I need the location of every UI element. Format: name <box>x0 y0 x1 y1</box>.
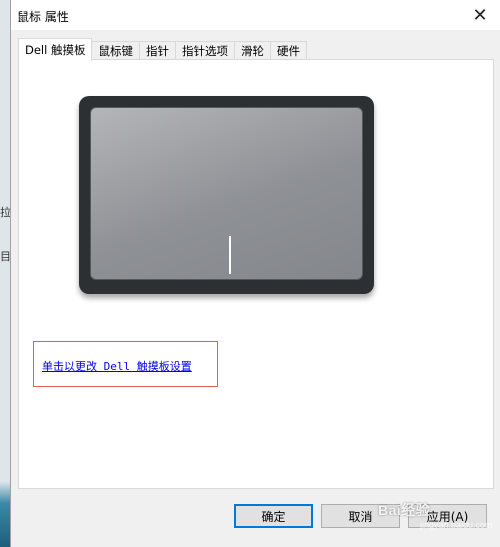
close-button[interactable]: ✕ <box>460 0 500 30</box>
touchpad-surface <box>90 107 363 280</box>
ok-button[interactable]: 确定 <box>234 504 313 528</box>
tab-wheel[interactable]: 滑轮 <box>233 41 271 61</box>
touchpad-image <box>79 96 374 294</box>
tab-mouse-buttons[interactable]: 鼠标键 <box>91 41 140 61</box>
title-bar[interactable]: 鼠标 属性 ✕ <box>11 0 500 31</box>
tab-panel-dell-touchpad: 单击以更改 Dell 触摸板设置 <box>18 59 494 489</box>
dell-touchpad-settings-link[interactable]: 单击以更改 Dell 触摸板设置 <box>42 358 192 374</box>
tab-strip: Dell 触摸板 鼠标键 指针 指针选项 滑轮 硬件 <box>18 38 307 61</box>
tab-pointers[interactable]: 指针 <box>138 41 176 61</box>
touchpad-button-divider <box>229 236 231 274</box>
tab-dell-touchpad[interactable]: Dell 触摸板 <box>18 38 93 61</box>
mouse-properties-dialog: 鼠标 属性 ✕ Dell 触摸板 鼠标键 指针 指针选项 滑轮 硬件 单击以更改… <box>10 0 500 547</box>
cancel-button[interactable]: 取消 <box>321 504 400 528</box>
close-icon: ✕ <box>472 4 488 26</box>
tab-hardware[interactable]: 硬件 <box>269 41 307 61</box>
apply-button[interactable]: 应用(A) <box>408 504 487 528</box>
link-highlight-box: 单击以更改 Dell 触摸板设置 <box>33 341 218 387</box>
tab-pointer-options[interactable]: 指针选项 <box>174 41 235 61</box>
window-title: 鼠标 属性 <box>17 10 69 24</box>
